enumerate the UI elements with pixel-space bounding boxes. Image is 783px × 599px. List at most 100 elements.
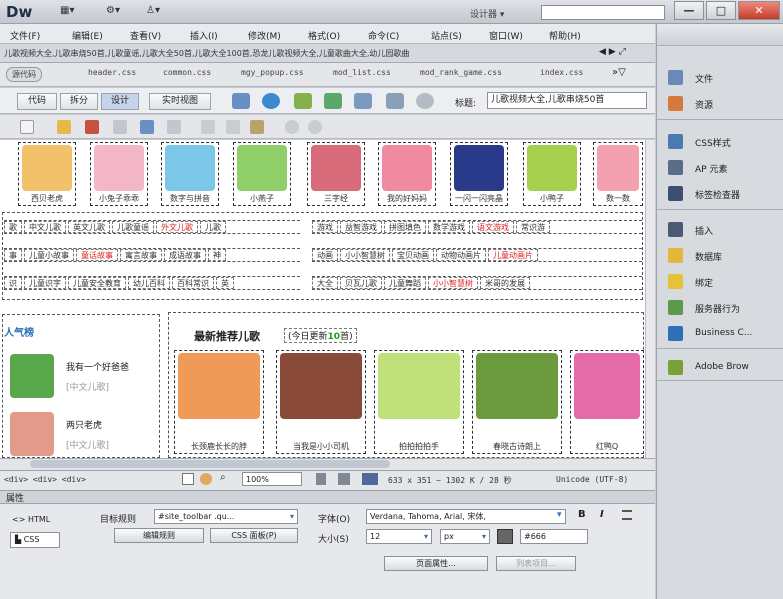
- nav-link[interactable]: 宝贝动画: [392, 249, 434, 261]
- panel-business-catalyst[interactable]: Business C...: [657, 324, 783, 344]
- edit-rule-button[interactable]: 编辑规则: [114, 528, 204, 543]
- visual-aids-icon[interactable]: [354, 93, 372, 109]
- nav-link[interactable]: 百科常识: [172, 277, 214, 289]
- nav-link[interactable]: 外文儿歌: [156, 221, 198, 233]
- popular-item-tag[interactable]: [中文儿歌]: [66, 438, 109, 451]
- nav-link[interactable]: 儿童舞蹈: [384, 277, 426, 289]
- preview-browser-icon[interactable]: [262, 93, 280, 109]
- nav-link[interactable]: 小小智慧树: [428, 277, 478, 289]
- nav-link[interactable]: 事: [4, 249, 22, 261]
- properties-header[interactable]: [0, 490, 655, 504]
- menu-site[interactable]: 站点(S): [431, 29, 462, 42]
- inspect-icon[interactable]: [386, 93, 404, 109]
- menu-commands[interactable]: 命令(C): [368, 29, 399, 42]
- thumbnail-card[interactable]: 小鸭子: [523, 142, 581, 206]
- menu-file[interactable]: 文件(F): [10, 29, 40, 42]
- color-swatch[interactable]: [497, 529, 513, 544]
- thumbnail-card[interactable]: 小兔子乖乖: [90, 142, 148, 206]
- panel-ap-elements[interactable]: AP 元素: [657, 158, 783, 178]
- panel-tag-inspector[interactable]: 标签检查器: [657, 184, 783, 204]
- menu-insert[interactable]: 插入(I): [190, 29, 218, 42]
- nav-link[interactable]: 数学游戏: [428, 221, 470, 233]
- layout-dropdown[interactable]: ▦▾: [60, 5, 74, 16]
- thumbnail-card[interactable]: 西贝老虎: [18, 142, 76, 206]
- zoom-select[interactable]: 100%: [242, 472, 302, 486]
- font-size-select[interactable]: 12 ▾: [366, 529, 432, 544]
- panel-files[interactable]: 文件: [657, 68, 783, 88]
- tag-selector[interactable]: <div> <div> <div>: [4, 475, 86, 484]
- nav-link[interactable]: 儿童识字: [24, 277, 66, 289]
- file-management-icon[interactable]: [294, 93, 312, 109]
- recommend-card[interactable]: 春晓古诗朗上: [472, 350, 562, 454]
- redo-icon[interactable]: [308, 120, 322, 134]
- desktop-size-icon[interactable]: [362, 473, 378, 485]
- panel-database[interactable]: 数据库: [657, 246, 783, 266]
- thumbnail-card[interactable]: 我的好妈妈: [378, 142, 436, 206]
- filter-icon[interactable]: »▽: [612, 67, 626, 78]
- thumbnail-card[interactable]: 数一数: [593, 142, 643, 206]
- multiscreen-icon[interactable]: [232, 93, 250, 109]
- nav-link[interactable]: 歌: [4, 221, 22, 233]
- nav-link[interactable]: 拼图填色: [384, 221, 426, 233]
- nav-link[interactable]: 小小智慧树: [340, 249, 390, 261]
- related-list-css[interactable]: mod_list.css: [333, 68, 391, 77]
- nav-link[interactable]: 大全: [312, 277, 338, 289]
- target-rule-select[interactable]: #site_toolbar .qu... ▾: [154, 509, 298, 524]
- nav-link[interactable]: 常识游: [516, 221, 550, 233]
- nav-link[interactable]: 儿歌童谣: [112, 221, 154, 233]
- extend-dropdown[interactable]: ⚙▾: [106, 5, 120, 16]
- nav-link[interactable]: 英: [216, 277, 234, 289]
- panel-css-styles[interactable]: CSS样式: [657, 132, 783, 152]
- split-view-button[interactable]: 拆分: [60, 93, 98, 110]
- popular-item-tag[interactable]: [中文儿歌]: [66, 380, 109, 393]
- nav-link[interactable]: 英文儿歌: [68, 221, 110, 233]
- popular-item-name[interactable]: 我有一个好爸爸: [66, 360, 129, 373]
- new-document-icon[interactable]: [20, 120, 34, 134]
- nav-link[interactable]: 儿童动画片: [488, 249, 538, 261]
- save-icon[interactable]: [113, 120, 127, 134]
- menu-window[interactable]: 窗口(W): [489, 29, 523, 42]
- nav-link[interactable]: 儿歌: [200, 221, 226, 233]
- color-value-input[interactable]: #666: [520, 529, 588, 544]
- workspace-switcher[interactable]: 设计器 ▾: [470, 7, 504, 20]
- thumbnail-card[interactable]: 小燕子: [233, 142, 291, 206]
- nav-link[interactable]: 游戏: [312, 221, 338, 233]
- validate-icon[interactable]: [324, 93, 342, 109]
- recommend-card[interactable]: 拍拍拍拍手: [374, 350, 464, 454]
- tablet-size-icon[interactable]: [338, 473, 350, 485]
- related-common-css[interactable]: common.css: [163, 68, 211, 77]
- panel-server-behaviors[interactable]: 服务器行为: [657, 298, 783, 318]
- thumbnail-card[interactable]: 三字经: [307, 142, 365, 206]
- page-properties-button[interactable]: 页面属性...: [384, 556, 488, 571]
- thumbnail-card[interactable]: 一闪一闪亮晶: [450, 142, 508, 206]
- document-tab[interactable]: 儿歌视频大全,儿歌串烧50首,儿歌童谣,儿歌大全50首,儿歌大全100首,恐龙儿…: [4, 48, 596, 59]
- cut-icon[interactable]: [201, 120, 215, 134]
- search-input[interactable]: [541, 5, 665, 20]
- design-canvas[interactable]: 西贝老虎 小兔子乖乖 数字与拼音 小燕子 三字经 我的好妈妈 一闪一闪亮晶 小鸭…: [0, 140, 645, 458]
- list-item-button[interactable]: 列表项目...: [496, 556, 576, 571]
- close-button[interactable]: ✕: [738, 1, 780, 20]
- panel-browserlab[interactable]: Adobe Brow: [657, 358, 783, 378]
- italic-button[interactable]: I: [600, 509, 604, 520]
- recommend-card[interactable]: 当我是小小司机: [276, 350, 366, 454]
- align-left-icon[interactable]: [622, 510, 632, 520]
- popular-item-name[interactable]: 两只老虎: [66, 418, 102, 431]
- nav-link[interactable]: 动画: [312, 249, 338, 261]
- nav-link[interactable]: 益智游戏: [340, 221, 382, 233]
- html-mode-button[interactable]: <> HTML: [10, 513, 60, 529]
- related-popup-css[interactable]: mgy_popup.css: [241, 68, 304, 77]
- select-tool-icon[interactable]: [182, 473, 194, 485]
- bold-button[interactable]: B: [578, 509, 586, 520]
- nav-link[interactable]: 童话故事: [76, 249, 118, 261]
- related-index-css[interactable]: index.css: [540, 68, 583, 77]
- nav-link[interactable]: 神: [208, 249, 226, 261]
- document-title-input[interactable]: 儿歌视频大全,儿歌串烧50首: [487, 92, 647, 109]
- font-family-select[interactable]: Verdana, Tahoma, Arial, 宋体,: [366, 509, 566, 524]
- nav-link[interactable]: 中文儿歌: [24, 221, 66, 233]
- refresh-icon[interactable]: [416, 93, 434, 109]
- related-source-code[interactable]: 源代码: [6, 67, 42, 82]
- nav-link[interactable]: 动物动画片: [436, 249, 486, 261]
- chevron-down-icon[interactable]: ▾: [557, 510, 562, 520]
- nav-link[interactable]: 儿童小故事: [24, 249, 74, 261]
- nav-link[interactable]: 米哥的发展: [480, 277, 530, 289]
